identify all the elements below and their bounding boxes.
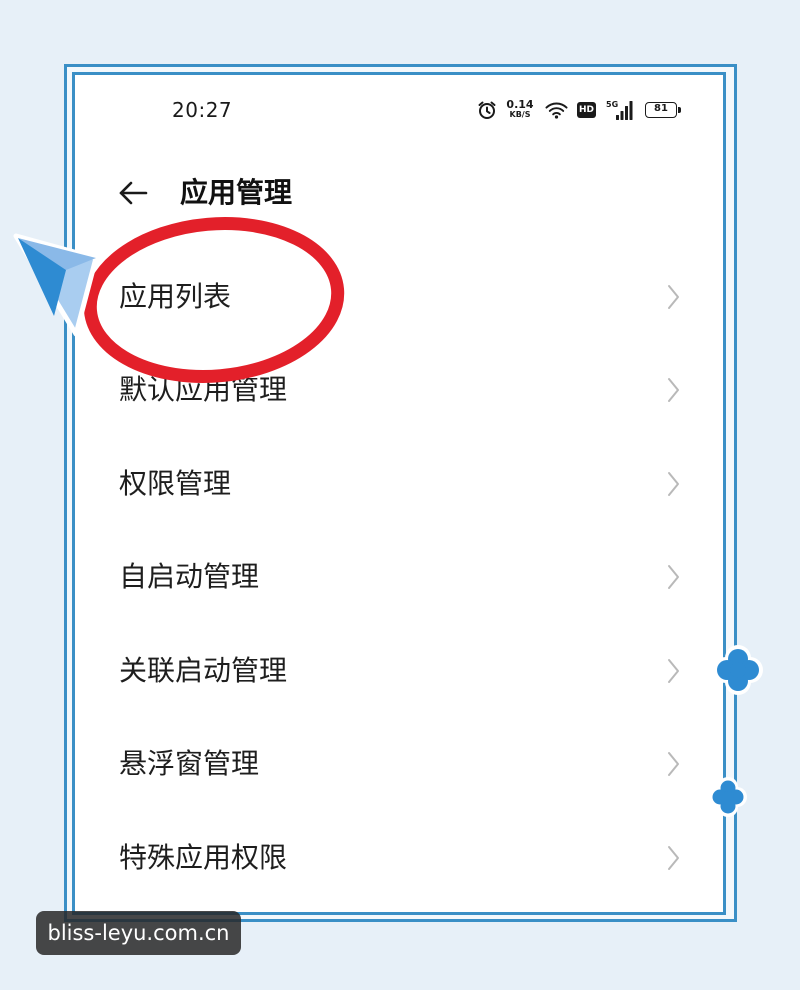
back-button[interactable]: [113, 177, 153, 209]
network-speed-value: 0.14: [506, 98, 534, 111]
wifi-icon: [545, 102, 568, 119]
battery-terminal: [678, 107, 681, 113]
menu-item-label: 自启动管理: [119, 560, 260, 594]
chevron-right-icon: [668, 284, 679, 309]
status-bar: 20:27 0.14 KB/S HD 5G 81: [75, 75, 723, 135]
battery-icon: 81: [645, 102, 677, 118]
signal-indicator: 5G: [606, 100, 634, 120]
menu-item-autostart[interactable]: 自启动管理: [75, 531, 723, 625]
status-time: 20:27: [172, 98, 233, 122]
network-speed: 0.14 KB/S: [505, 99, 535, 121]
hd-badge: HD: [577, 102, 596, 118]
settings-list: 应用列表 默认应用管理 权限管理 自启动管理 关联启动管理 悬浮窗管理 特殊应用…: [75, 250, 723, 905]
paper-plane-icon: [13, 233, 99, 337]
chevron-right-icon: [668, 565, 679, 590]
watermark: bliss-leyu.com.cn: [36, 911, 241, 955]
chevron-right-icon: [668, 845, 679, 870]
menu-item-label: 应用列表: [119, 279, 232, 313]
chevron-right-icon: [668, 752, 679, 777]
menu-item-label: 关联启动管理: [119, 653, 288, 687]
menu-item-label: 悬浮窗管理: [119, 747, 260, 781]
menu-item-label: 特殊应用权限: [119, 840, 288, 874]
chevron-right-icon: [668, 378, 679, 403]
menu-item-default-apps[interactable]: 默认应用管理: [75, 344, 723, 438]
chevron-right-icon: [668, 658, 679, 683]
chevron-right-icon: [668, 471, 679, 496]
menu-item-label: 权限管理: [119, 466, 232, 500]
menu-item-special-access[interactable]: 特殊应用权限: [75, 811, 723, 905]
menu-item-app-list[interactable]: 应用列表: [75, 250, 723, 344]
flower-icon: [709, 777, 747, 817]
alarm-icon: [478, 101, 496, 119]
phone-screen: 20:27 0.14 KB/S HD 5G 81 应用管理 应用列表 默认应用管…: [75, 75, 723, 912]
battery-level: 81: [654, 103, 668, 114]
page-title: 应用管理: [180, 176, 293, 209]
arrow-left-icon: [119, 181, 148, 205]
menu-item-floating-window[interactable]: 悬浮窗管理: [75, 718, 723, 812]
menu-item-linked-launch[interactable]: 关联启动管理: [75, 624, 723, 718]
flower-icon: [713, 645, 763, 695]
network-speed-unit: KB/S: [509, 110, 531, 119]
network-type: 5G: [606, 100, 619, 109]
menu-item-permissions[interactable]: 权限管理: [75, 437, 723, 531]
menu-item-label: 默认应用管理: [119, 373, 288, 407]
